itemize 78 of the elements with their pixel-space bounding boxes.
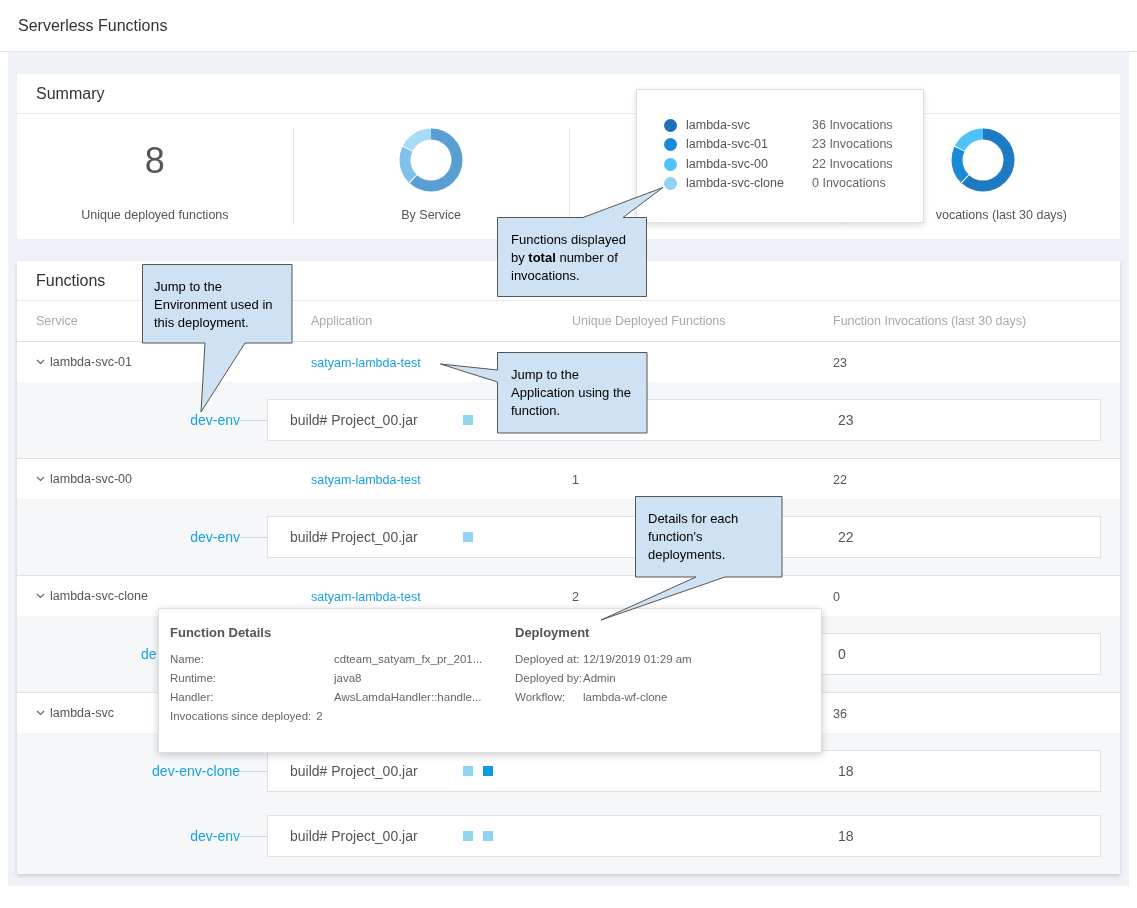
- section-title: Functions: [36, 270, 106, 291]
- legend-name: lambda-svc: [686, 116, 751, 134]
- field-label: Deployed by:: [515, 670, 583, 686]
- invocation-count: 22: [838, 527, 854, 547]
- deployment-marker[interactable]: [483, 831, 493, 841]
- callout-text: Jump to the Application using the function.: [511, 366, 632, 420]
- field-value: cdteam_satyam_fx_pr_201...: [334, 651, 483, 667]
- invocation-count: 22: [833, 473, 847, 487]
- legend-invocations: 0 Invocations: [812, 175, 886, 193]
- callout-text: Jump to the Environment used in this deployment.: [154, 278, 274, 332]
- stat-label: Unique deployed functions: [81, 207, 229, 225]
- application-link[interactable]: satyam-lambda-test: [311, 356, 421, 370]
- environment-link[interactable]: dev-env: [190, 526, 240, 548]
- build-name: build# Project_00.jar: [290, 828, 418, 844]
- field-value: 12/19/2019 01:29 am: [583, 651, 692, 667]
- field-label: Workflow:: [515, 689, 567, 705]
- service-name: lambda-svc-01: [50, 353, 132, 371]
- invocation-count: 0: [838, 644, 846, 664]
- field-value: java8: [334, 670, 362, 686]
- stat-value: 8: [144, 139, 165, 183]
- legend-name: lambda-svc-01: [686, 136, 769, 154]
- legend-invocations: 36 Invocations: [812, 116, 893, 134]
- build-name: build# Project_00.jar: [290, 763, 418, 779]
- deployment-marker[interactable]: [483, 766, 493, 776]
- service-name: lambda-svc-clone: [50, 587, 148, 605]
- build-name: build# Project_00.jar: [290, 412, 418, 428]
- column-header: Function Invocations (last 30 days): [833, 312, 1027, 330]
- field-value: Admin: [583, 670, 616, 686]
- environment-link[interactable]: dev-env: [190, 409, 240, 431]
- field-label: Invocations since deployed:: [170, 708, 313, 724]
- invocation-count: 23: [833, 356, 847, 370]
- details-heading: Function Details: [170, 624, 273, 642]
- stat-label: By Service: [401, 207, 461, 225]
- unique-count: 2: [572, 590, 579, 604]
- application-link[interactable]: satyam-lambda-test: [311, 473, 421, 487]
- environment-link[interactable]: de: [141, 643, 157, 665]
- legend-invocations: 22 Invocations: [812, 155, 893, 173]
- stat-label: vocations (last 30 days): [935, 207, 1067, 225]
- donut-chart: [950, 128, 1015, 192]
- unique-count: 1: [572, 473, 579, 487]
- environment-link[interactable]: dev-env: [190, 825, 240, 847]
- application-link[interactable]: satyam-lambda-test: [311, 590, 421, 604]
- invocation-count: 0: [833, 590, 840, 604]
- field-label: Runtime:: [170, 670, 218, 686]
- deployment-marker[interactable]: [463, 532, 473, 542]
- build-name: build# Project_00.jar: [290, 529, 418, 545]
- deployment-marker[interactable]: [463, 766, 473, 776]
- invocation-count: 36: [833, 707, 847, 721]
- donut-chart: [399, 128, 464, 192]
- chevron-icon[interactable]: [36, 476, 45, 482]
- details-heading: Deployment: [515, 624, 591, 642]
- service-name: lambda-svc: [50, 704, 114, 722]
- legend-name: lambda-svc-clone: [686, 175, 785, 193]
- chevron-icon[interactable]: [36, 359, 45, 365]
- section-title: Summary: [36, 83, 105, 104]
- invocation-count: 23: [838, 410, 854, 430]
- field-value: 2: [316, 708, 323, 724]
- chevron-icon[interactable]: [36, 593, 45, 599]
- callout-text: Functions displayed by total number of invocations.: [511, 231, 627, 285]
- column-header: Unique Deployed Functions: [572, 312, 726, 330]
- column-header: Application: [311, 312, 373, 330]
- chevron-icon[interactable]: [36, 710, 45, 716]
- deployment-marker[interactable]: [463, 415, 473, 425]
- legend-invocations: 23 Invocations: [812, 136, 893, 154]
- invocation-count: 18: [838, 826, 854, 846]
- field-label: Name:: [170, 651, 205, 667]
- page-title: Serverless Functions: [18, 15, 168, 36]
- field-label: Handler:: [170, 689, 215, 705]
- field-value: lambda-wf-clone: [583, 689, 668, 705]
- callout-text: Details for each function's deployments.: [648, 510, 740, 564]
- field-label: Deployed at:: [515, 651, 581, 667]
- column-header: Service: [36, 312, 78, 330]
- service-name: lambda-svc-00: [50, 470, 132, 488]
- field-value: AwsLamdaHandler::handle...: [334, 689, 482, 705]
- deployment-marker[interactable]: [463, 831, 473, 841]
- legend-name: lambda-svc-00: [686, 155, 769, 173]
- environment-link[interactable]: dev-env-clone: [152, 760, 240, 782]
- invocation-count: 18: [838, 761, 854, 781]
